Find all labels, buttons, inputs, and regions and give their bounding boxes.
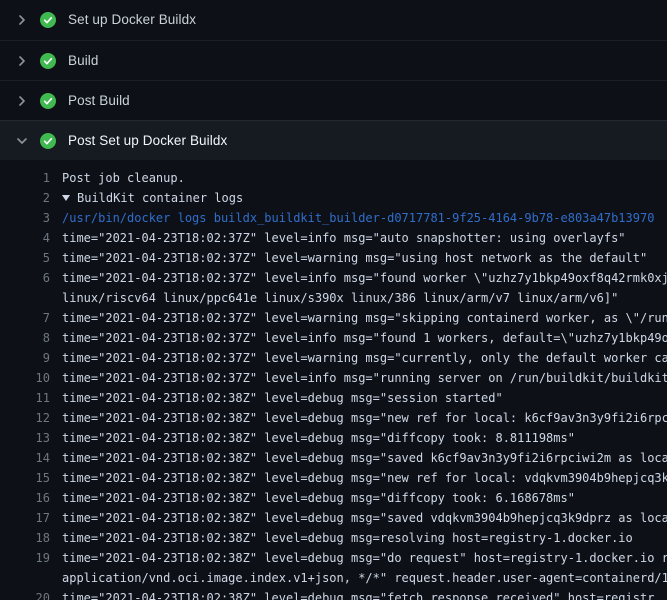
check-circle-icon — [40, 12, 56, 28]
log-line-text: time="2021-04-23T18:02:37Z" level=info m… — [62, 228, 626, 248]
log-line: 20 time="2021-04-23T18:02:38Z" level=deb… — [0, 588, 667, 600]
triangle-down-icon — [62, 195, 70, 201]
log-line-number[interactable]: 16 — [0, 488, 50, 508]
log-line: 11 time="2021-04-23T18:02:38Z" level=deb… — [0, 388, 667, 408]
log-line-text: linux/riscv64 linux/ppc641e linux/s390x … — [62, 288, 618, 308]
step-title: Build — [68, 54, 99, 68]
log-line-text: time="2021-04-23T18:02:38Z" level=debug … — [62, 448, 667, 468]
step-row[interactable]: Post Set up Docker Buildx — [0, 120, 667, 160]
log-line-text: time="2021-04-23T18:02:38Z" level=debug … — [62, 488, 575, 508]
actions-log-viewer: Set up Docker Buildx Build P — [0, 0, 667, 600]
chevron-down-icon[interactable] — [14, 133, 30, 149]
chevron-right-icon[interactable] — [14, 93, 30, 109]
log-line-number[interactable]: 3 — [0, 208, 50, 228]
log-line-number[interactable]: 5 — [0, 248, 50, 268]
log-line-text: time="2021-04-23T18:02:38Z" level=debug … — [62, 508, 667, 528]
log-line-number[interactable]: 14 — [0, 448, 50, 468]
log-line-text: time="2021-04-23T18:02:37Z" level=info m… — [62, 268, 667, 288]
log-line-number[interactable]: 18 — [0, 528, 50, 548]
step-row[interactable]: Set up Docker Buildx — [0, 0, 667, 40]
log-line-text: time="2021-04-23T18:02:38Z" level=debug … — [62, 548, 667, 568]
log-line-text: application/vnd.oci.image.index.v1+json,… — [62, 568, 667, 588]
log-line-text: time="2021-04-23T18:02:37Z" level=info m… — [62, 368, 667, 388]
step-row[interactable]: Build — [0, 40, 667, 80]
log-line-text: /usr/bin/docker logs buildx_buildkit_bui… — [62, 208, 654, 228]
log-line-number[interactable]: 7 — [0, 308, 50, 328]
log-line-number[interactable]: 4 — [0, 228, 50, 248]
log-line-text: time="2021-04-23T18:02:38Z" level=debug … — [62, 528, 633, 548]
log-line: 8 time="2021-04-23T18:02:37Z" level=info… — [0, 328, 667, 348]
check-circle-icon — [40, 93, 56, 109]
log-line-number[interactable]: 8 — [0, 328, 50, 348]
log-line-number[interactable]: 1 — [0, 168, 50, 188]
log-line: 15 time="2021-04-23T18:02:38Z" level=deb… — [0, 468, 667, 488]
log-line-text: time="2021-04-23T18:02:38Z" level=debug … — [62, 588, 654, 600]
step-title: Post Set up Docker Buildx — [68, 134, 227, 148]
steps-list: Set up Docker Buildx Build P — [0, 0, 667, 160]
log-line-number[interactable]: 19 — [0, 548, 50, 568]
log-line-text: time="2021-04-23T18:02:38Z" level=debug … — [62, 408, 667, 428]
chevron-right-icon[interactable] — [14, 12, 30, 28]
step-row[interactable]: Post Build — [0, 80, 667, 120]
log-line-number[interactable]: 15 — [0, 468, 50, 488]
log-line-number[interactable]: 17 — [0, 508, 50, 528]
log-line: 12 time="2021-04-23T18:02:38Z" level=deb… — [0, 408, 667, 428]
log-line-text: time="2021-04-23T18:02:38Z" level=debug … — [62, 388, 503, 408]
log-line-text: time="2021-04-23T18:02:37Z" level=warnin… — [62, 308, 667, 328]
log-line: 7 time="2021-04-23T18:02:37Z" level=warn… — [0, 308, 667, 328]
log-line: 1 Post job cleanup. — [0, 168, 667, 188]
log-lines: 1 Post job cleanup. 2 BuildKit container… — [0, 160, 667, 600]
log-line: application/vnd.oci.image.index.v1+json,… — [0, 568, 667, 588]
step-title: Post Build — [68, 94, 130, 108]
log-line[interactable]: 2 BuildKit container logs — [0, 188, 667, 208]
log-line: 5 time="2021-04-23T18:02:37Z" level=warn… — [0, 248, 667, 268]
log-line-text: time="2021-04-23T18:02:37Z" level=info m… — [62, 328, 667, 348]
step-title: Set up Docker Buildx — [68, 13, 196, 27]
check-circle-icon — [40, 53, 56, 69]
chevron-right-icon[interactable] — [14, 53, 30, 69]
log-line: 9 time="2021-04-23T18:02:37Z" level=warn… — [0, 348, 667, 368]
log-line-text: time="2021-04-23T18:02:38Z" level=debug … — [62, 468, 667, 488]
log-line-number[interactable]: 13 — [0, 428, 50, 448]
log-line: 4 time="2021-04-23T18:02:37Z" level=info… — [0, 228, 667, 248]
log-line: 6 time="2021-04-23T18:02:37Z" level=info… — [0, 268, 667, 288]
log-line-number[interactable]: 6 — [0, 268, 50, 288]
log-line: 13 time="2021-04-23T18:02:38Z" level=deb… — [0, 428, 667, 448]
log-line: 3 /usr/bin/docker logs buildx_buildkit_b… — [0, 208, 667, 228]
log-line: linux/riscv64 linux/ppc641e linux/s390x … — [0, 288, 667, 308]
log-line: 19 time="2021-04-23T18:02:38Z" level=deb… — [0, 548, 667, 568]
log-line-text: time="2021-04-23T18:02:38Z" level=debug … — [62, 428, 575, 448]
log-line-number[interactable]: 20 — [0, 588, 50, 600]
log-line-text: time="2021-04-23T18:02:37Z" level=warnin… — [62, 248, 647, 268]
log-line-text: time="2021-04-23T18:02:37Z" level=warnin… — [62, 348, 667, 368]
log-line-number[interactable]: 12 — [0, 408, 50, 428]
log-line-number[interactable]: 2 — [0, 188, 50, 208]
log-line-number[interactable]: 9 — [0, 348, 50, 368]
log-line: 10 time="2021-04-23T18:02:37Z" level=inf… — [0, 368, 667, 388]
log-line-number[interactable]: 11 — [0, 388, 50, 408]
log-line-text: BuildKit container logs — [77, 188, 243, 208]
log-line-number[interactable]: 10 — [0, 368, 50, 388]
log-line: 17 time="2021-04-23T18:02:38Z" level=deb… — [0, 508, 667, 528]
log-line-text: Post job cleanup. — [62, 168, 185, 188]
log-line: 18 time="2021-04-23T18:02:38Z" level=deb… — [0, 528, 667, 548]
log-line: 16 time="2021-04-23T18:02:38Z" level=deb… — [0, 488, 667, 508]
check-circle-icon — [40, 133, 56, 149]
log-line: 14 time="2021-04-23T18:02:38Z" level=deb… — [0, 448, 667, 468]
